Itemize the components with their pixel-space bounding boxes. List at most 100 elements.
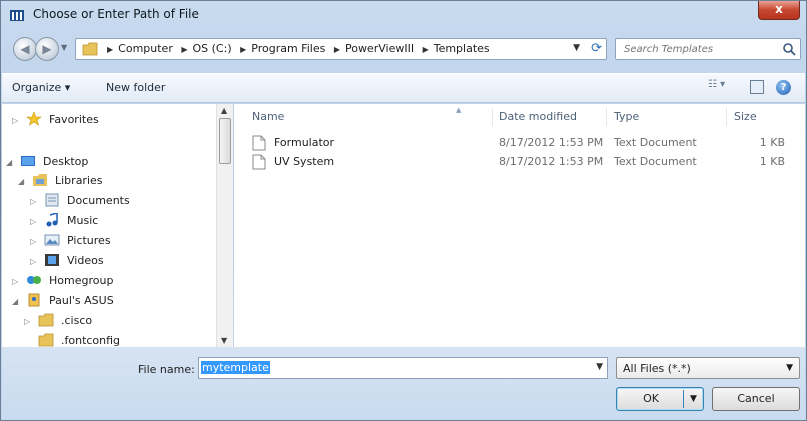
documents-icon [45, 193, 58, 207]
new-folder-button[interactable]: New folder [106, 81, 165, 94]
search-icon[interactable] [782, 42, 796, 56]
column-divider[interactable] [492, 108, 493, 126]
address-bar[interactable]: ▶ Computer ▶ OS (C:) ▶ Program Files ▶ Power… [75, 38, 607, 60]
recent-locations-dropdown[interactable]: ▼ [61, 43, 71, 55]
navigation-scrollbar[interactable]: ▲ ▼ [216, 104, 233, 347]
chevron-down-icon[interactable]: ▼ [596, 362, 603, 372]
chevron-down-icon[interactable]: ▼ [573, 43, 580, 53]
preview-pane-icon[interactable] [750, 80, 764, 94]
crumb-os-drive[interactable]: OS (C:) [193, 42, 232, 55]
app-icon [10, 10, 24, 21]
column-header-date[interactable]: Date modified [499, 110, 577, 123]
nav-item-cisco[interactable]: ▷ .cisco [24, 313, 92, 331]
expand-arrow-icon[interactable]: ▷ [12, 116, 22, 125]
file-row[interactable]: Formulator 8/17/2012 1:53 PM Text Docume… [234, 134, 805, 152]
file-size: 1 KB [759, 136, 785, 149]
window-title: Choose or Enter Path of File [33, 7, 199, 21]
nav-item-videos[interactable]: ▷ Videos [30, 253, 104, 271]
search-input[interactable] [616, 39, 778, 59]
chevron-down-icon[interactable]: ▼ [786, 363, 793, 373]
forward-button[interactable]: ▶ [35, 37, 59, 61]
scrollbar-thumb[interactable] [219, 118, 231, 164]
desktop-icon [20, 156, 35, 166]
file-name-input[interactable]: mytemplate ▼ [198, 357, 608, 379]
navigation-pane: ▷ Favorites ◢ Desktop ◢ Libraries ▷ Docu… [2, 104, 216, 347]
crumb-powerview[interactable]: PowerViewIII [345, 42, 414, 55]
chevron-right-icon[interactable]: ▶ [423, 45, 429, 54]
bottom-panel: File name: mytemplate ▼ All Files (*.*) … [2, 347, 805, 420]
close-button[interactable]: x [758, 1, 800, 20]
chevron-right-icon: ▶ [107, 45, 114, 54]
view-options-button[interactable]: ☷ ▾ [708, 79, 738, 97]
file-row[interactable]: UV System 8/17/2012 1:53 PM Text Documen… [234, 153, 805, 171]
filter-value: All Files (*.*) [623, 362, 691, 375]
chevron-right-icon[interactable]: ▶ [240, 45, 246, 54]
videos-icon [44, 254, 59, 266]
refresh-icon[interactable]: ⟳ [591, 41, 602, 56]
nav-item-fontconfig[interactable]: .fontconfig [24, 333, 120, 347]
collapse-arrow-icon[interactable]: ◢ [12, 297, 22, 306]
nav-item-pictures[interactable]: ▷ Pictures [30, 233, 111, 251]
collapse-arrow-icon[interactable]: ◢ [6, 158, 16, 167]
file-type: Text Document [614, 136, 697, 149]
nav-item-music[interactable]: ▷ Music [30, 213, 98, 231]
expand-arrow-icon[interactable]: ▷ [30, 197, 40, 206]
crumb-templates[interactable]: Templates [434, 42, 490, 55]
nav-item-label: Libraries [55, 174, 103, 187]
nav-item-desktop[interactable]: ◢ Desktop [6, 154, 88, 172]
crumb-program-files[interactable]: Program Files [251, 42, 325, 55]
libraries-icon [32, 174, 47, 186]
file-name: Formulator [274, 136, 335, 149]
ok-split-dropdown[interactable]: ▼ [683, 390, 703, 408]
command-toolbar: Organize ▾ New folder ☷ ▾ ? [2, 73, 805, 103]
expand-arrow-icon[interactable]: ▷ [30, 237, 40, 246]
column-divider[interactable] [606, 108, 607, 126]
nav-item-pauls-asus[interactable]: ◢ Paul's ASUS [12, 293, 114, 311]
cancel-button[interactable]: Cancel [712, 387, 800, 411]
chevron-right-icon[interactable]: ▶ [181, 45, 187, 54]
collapse-arrow-icon[interactable]: ◢ [18, 177, 28, 186]
file-name-label: File name: [138, 363, 195, 376]
expand-arrow-icon[interactable]: ▷ [12, 277, 22, 286]
nav-item-label: Videos [67, 254, 104, 267]
chevron-right-icon[interactable]: ▶ [334, 45, 340, 54]
search-box[interactable] [615, 38, 801, 60]
nav-item-documents[interactable]: ▷ Documents [30, 193, 130, 211]
pictures-icon [44, 234, 59, 246]
expand-arrow-icon[interactable]: ▷ [30, 257, 40, 266]
nav-item-label: .cisco [61, 314, 93, 327]
file-list-pane: ▲ Name Date modified Type Size Formulato… [234, 104, 805, 347]
music-icon [46, 213, 58, 227]
expand-arrow-icon[interactable]: ▷ [30, 217, 40, 226]
crumb-computer[interactable]: Computer [118, 42, 173, 55]
nav-item-label: Homegroup [49, 274, 114, 287]
organize-button[interactable]: Organize ▾ [12, 81, 70, 94]
file-name-value[interactable]: mytemplate [201, 361, 270, 374]
column-header-name[interactable]: Name [252, 110, 284, 123]
ok-button[interactable]: OK ▼ [616, 387, 704, 411]
column-divider[interactable] [726, 108, 727, 126]
column-header-type[interactable]: Type [614, 110, 639, 123]
help-icon[interactable]: ? [776, 80, 791, 95]
nav-item-label: Documents [67, 194, 130, 207]
file-type-filter-select[interactable]: All Files (*.*) ▼ [616, 357, 800, 379]
text-file-icon [252, 154, 266, 170]
file-dialog-window: Choose or Enter Path of File x ◀ ▶ ▼ ▶ Co… [0, 0, 807, 421]
scroll-down-icon[interactable]: ▼ [221, 336, 227, 345]
file-type: Text Document [614, 155, 697, 168]
nav-item-homegroup[interactable]: ▷ Homegroup [12, 273, 113, 291]
star-icon [25, 112, 42, 126]
nav-item-label: Desktop [43, 155, 89, 168]
nav-item-label: .fontconfig [61, 334, 121, 347]
column-header-size[interactable]: Size [734, 110, 757, 123]
file-date: 8/17/2012 1:53 PM [499, 136, 604, 149]
nav-item-libraries[interactable]: ◢ Libraries [18, 173, 103, 191]
back-button[interactable]: ◀ [13, 37, 37, 61]
address-row: ◀ ▶ ▼ ▶ Computer ▶ OS (C:) ▶ Program Files … [9, 35, 801, 63]
folder-icon [82, 42, 98, 56]
expand-arrow-icon[interactable]: ▷ [24, 317, 34, 326]
user-icon [28, 293, 39, 307]
nav-item-favorites[interactable]: ▷ Favorites [12, 112, 99, 130]
scroll-up-icon[interactable]: ▲ [221, 106, 227, 115]
sort-indicator-icon: ▲ [456, 106, 462, 114]
